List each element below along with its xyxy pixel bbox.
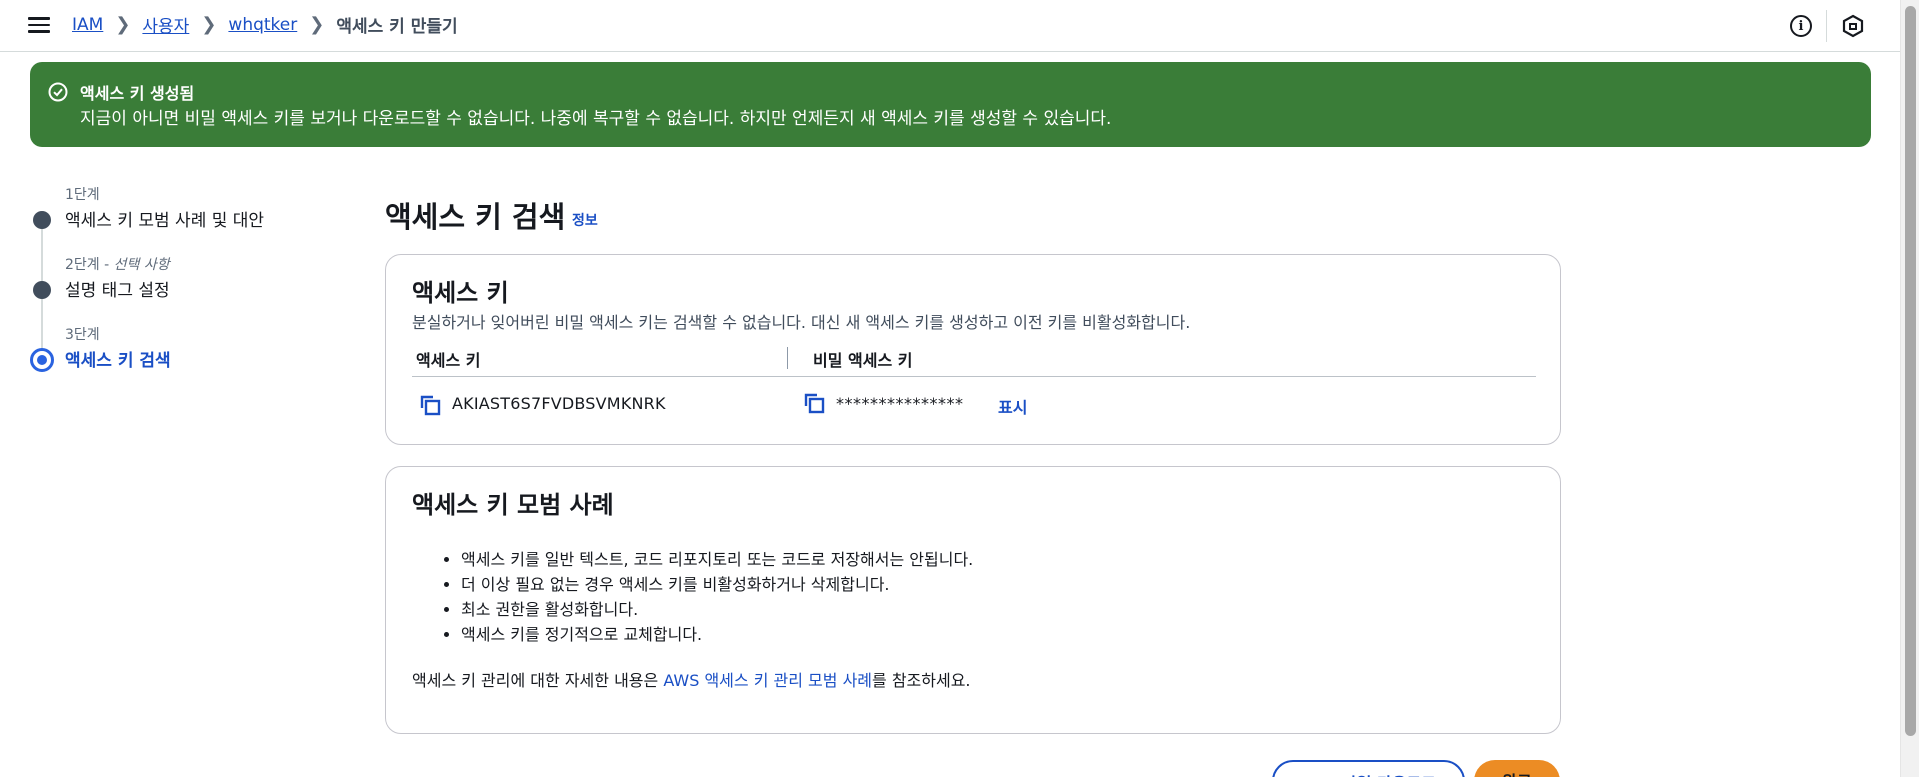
secret-key-masked: ***************	[836, 394, 964, 413]
breadcrumb-user[interactable]: whqtker	[228, 15, 297, 35]
info-link[interactable]: 정보	[572, 210, 598, 230]
access-key-card: 액세스 키 분실하거나 잊어버린 비밀 액세스 키는 검색할 수 없습니다. 대…	[385, 254, 1561, 445]
best-practices-footer: 액세스 키 관리에 대한 자세한 내용은 AWS 액세스 키 관리 모범 사례를…	[412, 667, 971, 691]
show-secret-link[interactable]: 표시	[998, 394, 1027, 418]
column-divider	[787, 347, 788, 369]
step-optional: 선택 사항	[113, 257, 170, 273]
chevron-right-icon: ❯	[309, 14, 325, 35]
hexagon-settings-icon[interactable]	[1841, 14, 1865, 38]
footer-prefix: 액세스 키 관리에 대한 자세한 내용은	[412, 671, 664, 690]
step-label: 설명 태그 설정	[65, 281, 170, 301]
info-icon[interactable]: i	[1790, 15, 1812, 37]
access-key-value: AKIAST6S7FVDBSVMKNRK	[452, 394, 666, 413]
step-indicator-active	[30, 348, 54, 372]
breadcrumb-current: 액세스 키 만들기	[336, 17, 458, 37]
card-title: 액세스 키 모범 사례	[412, 491, 614, 519]
card-description: 분실하거나 잊어버린 비밀 액세스 키는 검색할 수 없습니다. 대신 새 액세…	[412, 313, 1191, 332]
column-header-secret-key: 비밀 액세스 키	[813, 351, 913, 370]
copy-icon[interactable]	[418, 393, 442, 417]
scrollbar[interactable]	[1900, 0, 1919, 777]
copy-icon[interactable]	[802, 391, 826, 415]
step-number: 3단계	[65, 327, 100, 343]
column-header-access-key: 액세스 키	[416, 351, 481, 370]
step-3: 3단계 액세스 키 검색	[30, 324, 330, 394]
step-number: 2단계 - 선택 사항	[65, 257, 170, 273]
download-csv-button[interactable]: .csv 파일 다운로드	[1272, 760, 1465, 777]
step-indicator	[33, 211, 51, 229]
chevron-right-icon: ❯	[201, 14, 217, 35]
breadcrumb: IAM ❯ 사용자 ❯ whqtker ❯ 액세스 키 만들기	[72, 12, 458, 37]
best-practices-list: 액세스 키를 일반 텍스트, 코드 리포지토리 또는 코드로 저장해서는 안됩니…	[461, 547, 973, 647]
menu-icon[interactable]	[28, 14, 50, 34]
list-item: 더 이상 필요 없는 경우 액세스 키를 비활성화하거나 삭제합니다.	[461, 572, 973, 597]
scrollbar-thumb[interactable]	[1905, 6, 1916, 736]
list-item: 최소 권한을 활성화합니다.	[461, 597, 973, 622]
card-title: 액세스 키	[412, 279, 509, 307]
breadcrumb-iam[interactable]: IAM	[72, 15, 103, 35]
key-table-header: 액세스 키 비밀 액세스 키	[412, 345, 1536, 377]
done-button[interactable]: 완료	[1474, 760, 1560, 777]
check-circle-icon	[48, 82, 68, 102]
page-title: 액세스 키 검색	[385, 200, 566, 234]
divider	[1826, 10, 1827, 42]
success-flash-banner: 액세스 키 생성됨 지금이 아니면 비밀 액세스 키를 보거나 다운로드할 수 …	[30, 62, 1871, 147]
step-label: 액세스 키 검색	[65, 351, 171, 371]
key-table-row: AKIAST6S7FVDBSVMKNRK *************** 표시	[412, 391, 1536, 421]
top-navigation: IAM ❯ 사용자 ❯ whqtker ❯ 액세스 키 만들기 i	[0, 0, 1900, 52]
chevron-right-icon: ❯	[115, 14, 131, 35]
step-number: 1단계	[65, 187, 100, 203]
wizard-steps: 1단계 액세스 키 모범 사례 및 대안 2단계 - 선택 사항 설명 태그 설…	[30, 184, 330, 394]
list-item: 액세스 키를 일반 텍스트, 코드 리포지토리 또는 코드로 저장해서는 안됩니…	[461, 547, 973, 572]
flash-title: 액세스 키 생성됨	[80, 84, 195, 103]
best-practices-link[interactable]: AWS 액세스 키 관리 모범 사례	[663, 671, 872, 690]
best-practices-card: 액세스 키 모범 사례 액세스 키를 일반 텍스트, 코드 리포지토리 또는 코…	[385, 466, 1561, 734]
list-item: 액세스 키를 정기적으로 교체합니다.	[461, 622, 973, 647]
step-2[interactable]: 2단계 - 선택 사항 설명 태그 설정	[30, 254, 330, 324]
step-1[interactable]: 1단계 액세스 키 모범 사례 및 대안	[30, 184, 330, 254]
step-label: 액세스 키 모범 사례 및 대안	[65, 211, 265, 231]
step-indicator	[33, 281, 51, 299]
flash-message: 지금이 아니면 비밀 액세스 키를 보거나 다운로드할 수 없습니다. 나중에 …	[80, 109, 1112, 129]
breadcrumb-users[interactable]: 사용자	[142, 12, 189, 37]
footer-suffix: 를 참조하세요.	[872, 671, 971, 690]
